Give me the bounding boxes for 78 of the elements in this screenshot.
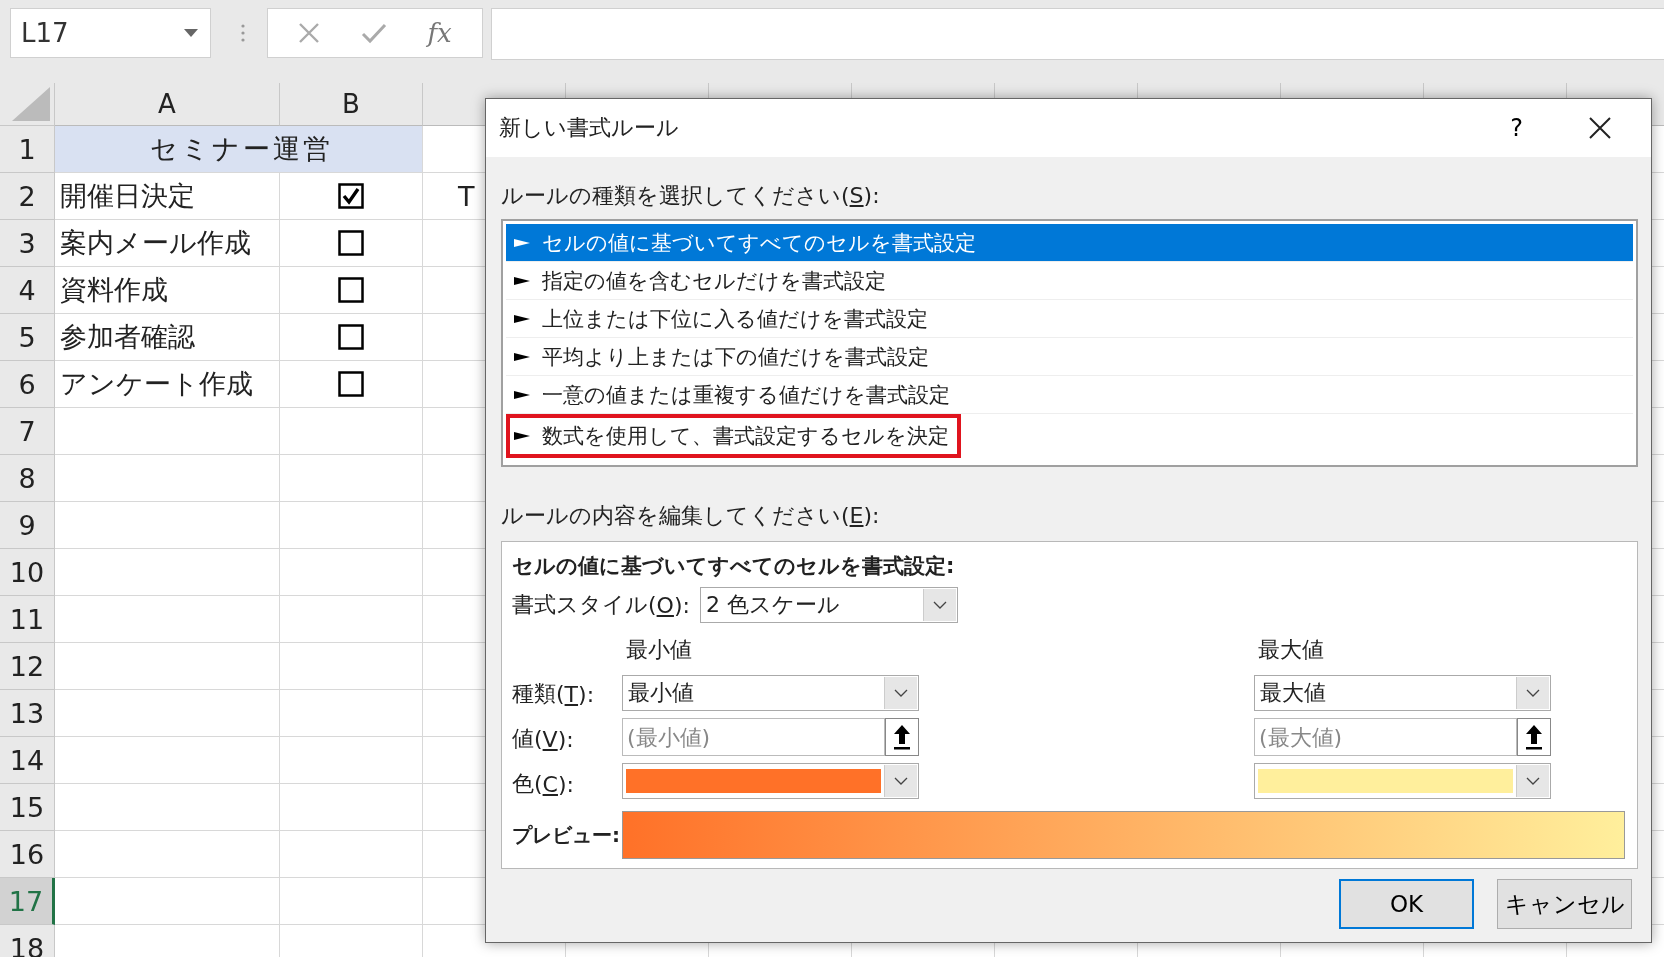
rule-description: セルの値に基づいてすべてのセルを書式設定:	[512, 553, 956, 580]
chevron-icon	[894, 777, 909, 785]
chevron-icon	[1526, 689, 1540, 697]
row-header[interactable]: 2	[0, 173, 55, 220]
chevron-icon	[1526, 777, 1541, 785]
cancel-button[interactable]: キャンセル	[1497, 879, 1632, 929]
row-header[interactable]: 1	[0, 126, 55, 173]
field-label: 書式スタイル(O):	[512, 591, 690, 620]
checkbox[interactable]	[338, 277, 364, 303]
row-header[interactable]: 3	[0, 220, 55, 267]
row-header[interactable]: 5	[0, 314, 55, 361]
check-icon[interactable]	[360, 22, 387, 44]
value-field[interactable]: (最小値)	[622, 718, 885, 756]
ok-button[interactable]: OK	[1339, 879, 1474, 929]
title-cell: セミナー運営	[55, 126, 423, 173]
rule-type-item[interactable]: セルの値に基づいてすべてのセルを書式設定	[506, 224, 1633, 262]
checkbox[interactable]	[338, 183, 364, 209]
pointer-icon	[514, 388, 530, 401]
row-header[interactable]: 16	[0, 831, 55, 878]
format-style-dropdown[interactable]: 2 色スケール	[699, 587, 958, 623]
field-label: 色(C):	[512, 770, 575, 799]
value-field[interactable]: (最大値)	[1254, 718, 1517, 756]
row-header[interactable]: 12	[0, 643, 55, 690]
pointer-icon	[514, 274, 530, 287]
chevron-icon	[894, 689, 908, 697]
insert-function-button[interactable]: fx	[427, 18, 452, 48]
rule-type-item[interactable]: 上位または下位に入る値だけを書式設定	[506, 300, 1633, 338]
pointer-icon	[514, 350, 530, 363]
field-label: 値(V):	[512, 725, 575, 754]
dialog-title: 新しい書式ルール	[499, 114, 680, 142]
help-button[interactable]: ?	[1504, 112, 1529, 144]
range-select-button[interactable]	[1517, 718, 1551, 756]
row-header[interactable]: 15	[0, 784, 55, 831]
checkbox[interactable]	[338, 324, 364, 350]
row-header[interactable]: 6	[0, 361, 55, 408]
table-cell: 案内メール作成	[55, 220, 280, 267]
color-dropdown[interactable]	[1254, 763, 1551, 799]
type-dropdown[interactable]: 最小値	[622, 675, 919, 711]
up-arrow-icon	[893, 724, 911, 750]
table-cell: T	[458, 180, 475, 212]
row-header[interactable]: 8	[0, 455, 55, 502]
field-label: 種類(T):	[512, 680, 596, 709]
rule-type-item[interactable]: 平均より上または下の値だけを書式設定	[506, 338, 1633, 376]
table-cell: 開催日決定	[55, 173, 280, 220]
type-dropdown[interactable]: 最大値	[1254, 675, 1551, 711]
section-label: ルールの内容を編集してください(E):	[501, 502, 881, 529]
row-header[interactable]: 14	[0, 737, 55, 784]
table-cell: 参加者確認	[55, 314, 280, 361]
rule-type-item[interactable]: 数式を使用して、書式設定するセルを決定	[506, 414, 961, 458]
formula-input[interactable]	[491, 8, 1664, 60]
color-dropdown[interactable]	[622, 763, 919, 799]
range-select-button[interactable]	[885, 718, 919, 756]
pointer-icon	[514, 312, 530, 325]
row-header[interactable]: 4	[0, 267, 55, 314]
checkbox[interactable]	[338, 230, 364, 256]
rule-type-item[interactable]: 指定の値を含むセルだけを書式設定	[506, 262, 1633, 300]
close-icon[interactable]	[1589, 117, 1611, 139]
section-label: ルールの種類を選択してください(S):	[501, 182, 881, 209]
preview-label: プレビュー:	[512, 821, 616, 849]
row-header[interactable]: 18	[0, 925, 55, 957]
table-cell: アンケート作成	[55, 361, 280, 408]
rule-type-item[interactable]: 一意の値または重複する値だけを書式設定	[506, 376, 1633, 414]
row-header[interactable]: 9	[0, 502, 55, 549]
up-arrow-icon	[1525, 724, 1543, 750]
row-header[interactable]: 13	[0, 690, 55, 737]
column-heading: 最小値	[625, 636, 693, 664]
column-heading: 最大値	[1257, 636, 1325, 664]
row-header[interactable]: 10	[0, 549, 55, 596]
chevron-icon	[932, 601, 947, 609]
name-box[interactable]: L17	[10, 8, 211, 58]
pointer-icon	[514, 236, 530, 249]
pointer-icon	[514, 430, 530, 442]
row-header[interactable]: 7	[0, 408, 55, 455]
row-header[interactable]: 11	[0, 596, 55, 643]
dropdown-icon	[184, 29, 198, 37]
checkbox[interactable]	[338, 371, 364, 397]
row-header[interactable]: 17	[0, 878, 55, 925]
table-cell: 資料作成	[55, 267, 280, 314]
